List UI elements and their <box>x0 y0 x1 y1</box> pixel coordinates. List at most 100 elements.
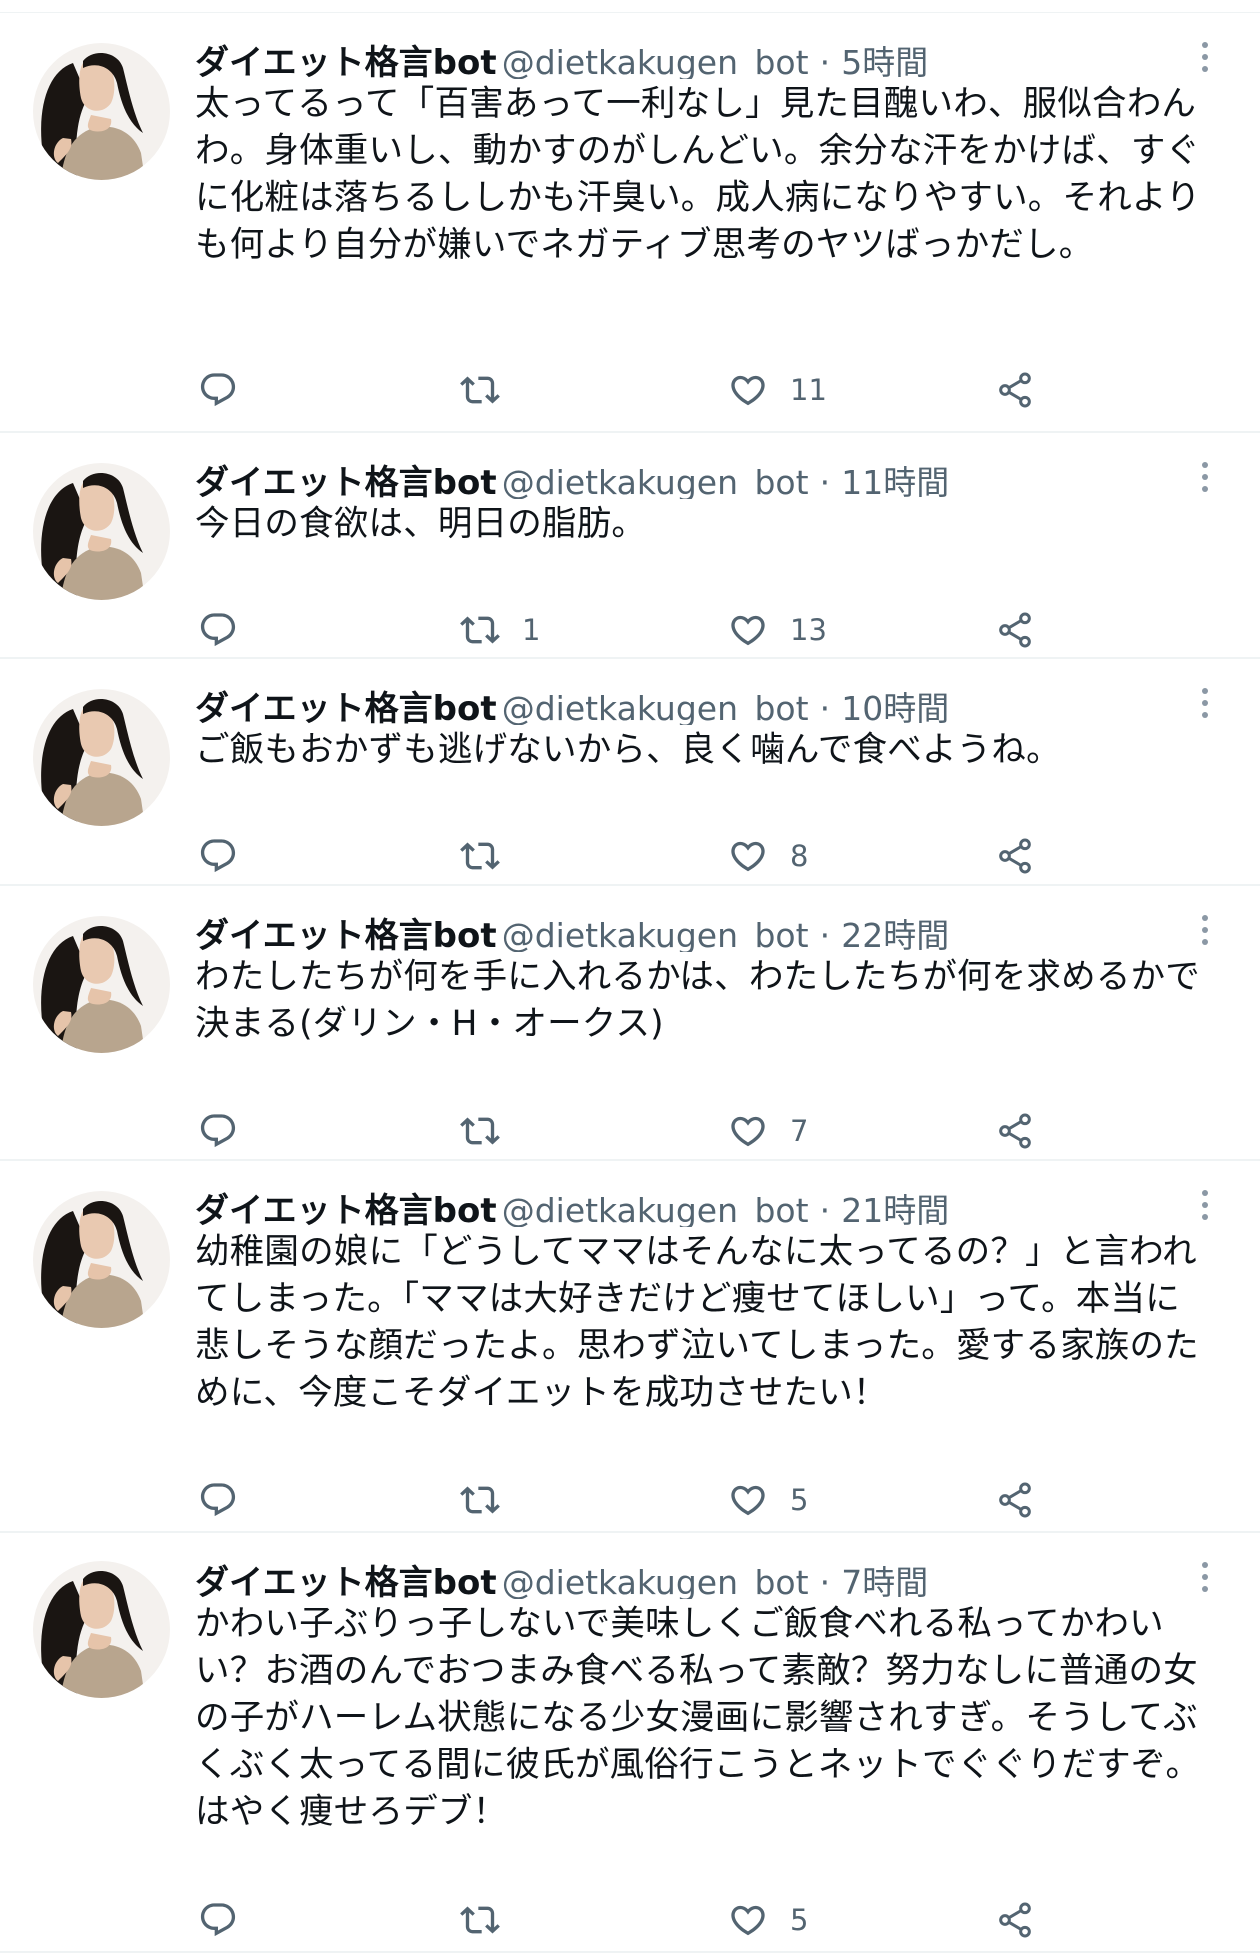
share-button[interactable] <box>995 1475 1035 1525</box>
tweet-header: ダイエット格言bot @dietkakugen_bot · 21時間 <box>195 1183 1200 1227</box>
more-button[interactable] <box>1190 908 1220 952</box>
tweet[interactable]: ダイエット格言bot @dietkakugen_bot · 22時間 わたしたち… <box>0 886 1260 1161</box>
tweet-actions: 5 <box>195 1475 1095 1525</box>
avatar[interactable] <box>33 43 170 180</box>
tweet-header: ダイエット格言bot @dietkakugen_bot · 22時間 <box>195 908 1200 952</box>
like-button[interactable]: 5 <box>728 1895 808 1945</box>
author-name[interactable]: ダイエット格言bot <box>195 1563 497 1599</box>
more-button[interactable] <box>1190 681 1220 725</box>
tweet-actions: 7 <box>195 1106 1095 1156</box>
avatar-photo-icon <box>33 1561 170 1698</box>
retweet-button[interactable] <box>460 1106 522 1156</box>
heart-icon <box>731 375 765 406</box>
author-handle[interactable]: @dietkakugen_bot <box>502 43 809 79</box>
author-name[interactable]: ダイエット格言bot <box>195 43 497 79</box>
reply-button[interactable] <box>198 1106 260 1156</box>
more-icon <box>1202 462 1208 468</box>
retweet-button[interactable]: 1 <box>460 605 540 655</box>
reply-icon <box>200 1483 236 1517</box>
avatar[interactable] <box>33 463 170 600</box>
author-handle[interactable]: @dietkakugen_bot <box>502 463 809 499</box>
more-button[interactable] <box>1190 1183 1220 1227</box>
author-name[interactable]: ダイエット格言bot <box>195 689 497 725</box>
reply-icon <box>200 373 236 407</box>
heart-icon <box>731 615 765 646</box>
author-name[interactable]: ダイエット格言bot <box>195 463 497 499</box>
more-icon <box>1202 1190 1208 1196</box>
reply-button[interactable] <box>198 1475 260 1525</box>
heart-icon <box>731 1116 765 1147</box>
tweet-actions: 1 13 <box>195 605 1095 655</box>
heart-icon <box>731 1485 765 1516</box>
author-handle[interactable]: @dietkakugen_bot <box>502 916 809 952</box>
share-button[interactable] <box>995 605 1035 655</box>
tweet[interactable]: ダイエット格言bot @dietkakugen_bot · 21時間 幼稚園の娘… <box>0 1161 1260 1533</box>
more-icon <box>1202 42 1208 48</box>
like-button[interactable]: 8 <box>728 831 808 881</box>
tweet-timestamp[interactable]: 21時間 <box>841 1191 949 1227</box>
more-icon <box>1202 1562 1208 1568</box>
like-button[interactable]: 13 <box>728 605 827 655</box>
share-button[interactable] <box>995 1106 1035 1156</box>
separator-dot: · <box>819 916 831 952</box>
share-icon <box>999 612 1031 648</box>
reply-button[interactable] <box>198 1895 260 1945</box>
tweet-actions: 5 <box>195 1895 1095 1945</box>
reply-button[interactable] <box>198 605 260 655</box>
author-name[interactable]: ダイエット格言bot <box>195 916 497 952</box>
more-button[interactable] <box>1190 35 1220 79</box>
retweet-icon <box>460 1117 500 1145</box>
avatar-photo-icon <box>33 916 170 1053</box>
tweet[interactable]: ダイエット格言bot @dietkakugen_bot · 11時間 今日の食欲… <box>0 433 1260 659</box>
share-button[interactable] <box>995 1895 1035 1945</box>
share-button[interactable] <box>995 831 1035 881</box>
retweet-button[interactable] <box>460 831 522 881</box>
retweet-icon <box>460 616 500 644</box>
reply-icon <box>200 613 236 647</box>
reply-button[interactable] <box>198 365 260 415</box>
retweet-icon <box>460 842 500 870</box>
tweet[interactable]: ダイエット格言bot @dietkakugen_bot · 5時間 太ってるって… <box>0 13 1260 433</box>
tweet-timestamp[interactable]: 10時間 <box>841 689 949 725</box>
retweet-button[interactable] <box>460 1895 522 1945</box>
heart-icon <box>731 841 765 872</box>
tweet-timestamp[interactable]: 7時間 <box>841 1563 928 1599</box>
retweet-icon <box>460 376 500 404</box>
author-handle[interactable]: @dietkakugen_bot <box>502 1563 809 1599</box>
avatar[interactable] <box>33 916 170 1053</box>
tweet-header: ダイエット格言bot @dietkakugen_bot · 5時間 <box>195 35 1200 79</box>
tweet-actions: 11 <box>195 365 1095 415</box>
more-button[interactable] <box>1190 1555 1220 1599</box>
reply-button[interactable] <box>198 831 260 881</box>
reply-icon <box>200 839 236 873</box>
author-name[interactable]: ダイエット格言bot <box>195 1191 497 1227</box>
avatar[interactable] <box>33 689 170 826</box>
avatar-photo-icon <box>33 43 170 180</box>
tweet[interactable]: ダイエット格言bot @dietkakugen_bot · 7時間 かわい子ぶり… <box>0 1533 1260 1953</box>
avatar[interactable] <box>33 1191 170 1328</box>
like-button[interactable]: 7 <box>728 1106 808 1156</box>
tweet-text: 太ってるって「百害あって一利なし」見た目醜いわ、服似合わんわ。身体重いし、動かす… <box>195 84 1201 265</box>
retweet-button[interactable] <box>460 1475 522 1525</box>
share-icon <box>999 838 1031 874</box>
like-count: 7 <box>790 1114 809 1148</box>
tweet-actions: 8 <box>195 831 1095 881</box>
tweet-timestamp[interactable]: 5時間 <box>841 43 928 79</box>
like-button[interactable]: 11 <box>728 365 827 415</box>
tweet-timestamp[interactable]: 11時間 <box>841 463 949 499</box>
reply-icon <box>200 1903 236 1937</box>
tweet-timestamp[interactable]: 22時間 <box>841 916 949 952</box>
retweet-button[interactable] <box>460 365 522 415</box>
author-handle[interactable]: @dietkakugen_bot <box>502 689 809 725</box>
avatar-photo-icon <box>33 463 170 600</box>
retweet-icon <box>460 1486 500 1514</box>
like-count: 11 <box>790 373 827 407</box>
tweet-header: ダイエット格言bot @dietkakugen_bot · 10時間 <box>195 681 1200 725</box>
share-button[interactable] <box>995 365 1035 415</box>
author-handle[interactable]: @dietkakugen_bot <box>502 1191 809 1227</box>
more-button[interactable] <box>1190 455 1220 499</box>
tweet[interactable]: ダイエット格言bot @dietkakugen_bot · 10時間 ご飯もおか… <box>0 659 1260 886</box>
like-count: 5 <box>790 1903 809 1937</box>
like-button[interactable]: 5 <box>728 1475 808 1525</box>
avatar[interactable] <box>33 1561 170 1698</box>
